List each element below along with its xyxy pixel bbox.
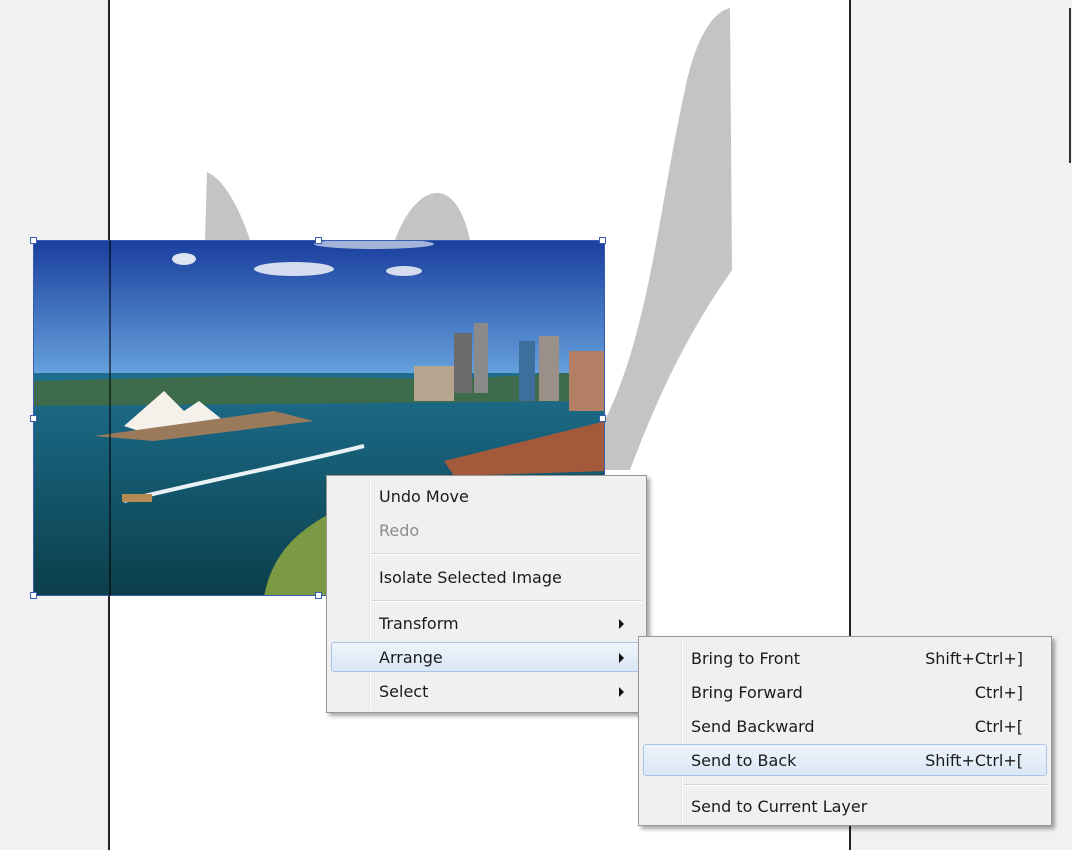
menu-item-label: Bring to Front <box>691 649 800 668</box>
submenu-arrow-icon <box>619 619 624 629</box>
menu-item-label: Send to Current Layer <box>691 797 868 816</box>
menu-item-transform[interactable]: Transform <box>331 608 642 638</box>
menu-separator <box>683 784 1047 786</box>
menu-item-arrange[interactable]: Arrange <box>331 642 642 672</box>
menu-item-label: Isolate Selected Image <box>379 568 562 587</box>
menu-item-select[interactable]: Select <box>331 676 642 706</box>
menu-separator <box>371 600 642 602</box>
menu-item-label: Bring Forward <box>691 683 803 702</box>
menu-item-shortcut: Shift+Ctrl+] <box>925 649 1023 668</box>
guide-overlay <box>109 240 111 596</box>
resize-handle-top-middle[interactable] <box>315 237 322 244</box>
menu-item-label: Arrange <box>379 648 443 667</box>
resize-handle-top-right[interactable] <box>599 237 606 244</box>
menu-item-label: Undo Move <box>379 487 469 506</box>
arrange-submenu: Bring to Front Shift+Ctrl+] Bring Forwar… <box>638 636 1052 826</box>
resize-handle-top-left[interactable] <box>30 237 37 244</box>
menu-item-shortcut: Ctrl+[ <box>974 717 1023 736</box>
menu-item-send-backward[interactable]: Send Backward Ctrl+[ <box>643 711 1047 741</box>
menu-item-bring-to-front[interactable]: Bring to Front Shift+Ctrl+] <box>643 643 1047 673</box>
menu-item-send-to-current-layer[interactable]: Send to Current Layer <box>643 791 1047 821</box>
menu-item-redo: Redo <box>331 515 642 545</box>
submenu-arrow-icon <box>619 687 624 697</box>
menu-item-label: Send to Back <box>691 751 797 770</box>
menu-item-shortcut: Shift+Ctrl+[ <box>925 751 1023 770</box>
submenu-arrow-icon <box>619 653 624 663</box>
resize-handle-bottom-middle[interactable] <box>315 592 322 599</box>
resize-handle-middle-left[interactable] <box>30 415 37 422</box>
menu-item-send-to-back[interactable]: Send to Back Shift+Ctrl+[ <box>643 744 1047 776</box>
menu-item-label: Redo <box>379 521 420 540</box>
menu-item-label: Transform <box>379 614 459 633</box>
menu-separator <box>371 553 642 555</box>
resize-handle-bottom-left[interactable] <box>30 592 37 599</box>
menu-item-label: Send Backward <box>691 717 815 736</box>
menu-item-label: Select <box>379 682 429 701</box>
menu-item-isolate-selected-image[interactable]: Isolate Selected Image <box>331 562 642 592</box>
context-menu: Undo Move Redo Isolate Selected Image Tr… <box>326 475 647 713</box>
menu-item-undo-move[interactable]: Undo Move <box>331 481 642 511</box>
menu-item-bring-forward[interactable]: Bring Forward Ctrl+] <box>643 677 1047 707</box>
menu-item-shortcut: Ctrl+] <box>974 683 1023 702</box>
resize-handle-middle-right[interactable] <box>599 415 606 422</box>
